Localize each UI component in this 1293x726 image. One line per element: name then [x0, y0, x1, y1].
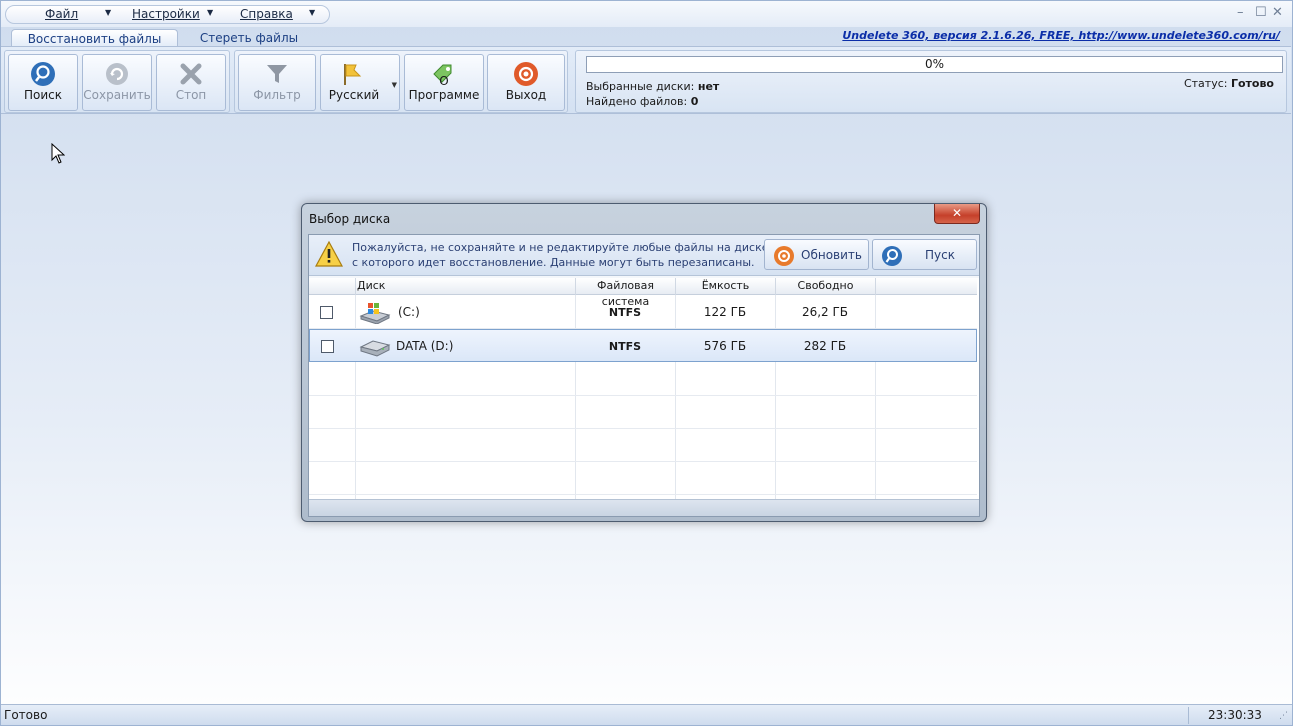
- exit-button[interactable]: Выход: [487, 54, 565, 111]
- windows-drive-icon: [359, 302, 391, 327]
- refresh-icon: [773, 245, 795, 270]
- status-panel: 0% Выбранные диски: нет Найдено файлов: …: [575, 50, 1287, 113]
- disk-filesystem: NTFS: [608, 306, 642, 319]
- filter-icon: [264, 61, 290, 90]
- resize-grip-icon[interactable]: ⋰: [1279, 711, 1288, 721]
- disk-filesystem: NTFS: [608, 340, 642, 353]
- hard-drive-icon: [359, 337, 391, 360]
- dialog-title: Выбор диска: [309, 212, 391, 226]
- language-button-label: Русский: [328, 88, 380, 102]
- status-bar: Готово 23:30:33 ⋰: [1, 704, 1292, 725]
- files-found-value: 0: [690, 95, 699, 108]
- tab-erase-files[interactable]: Стереть файлы: [191, 29, 307, 47]
- start-button[interactable]: Пуск: [872, 239, 977, 270]
- disk-capacity: 576 ГБ: [703, 339, 747, 353]
- header-free[interactable]: Свободно: [776, 278, 876, 295]
- table-header: Диск Файловая система Ёмкость Свободно: [309, 278, 977, 308]
- selected-disks-value: нет: [697, 80, 720, 93]
- ribbon-group-actions: Поиск Сохранить Стоп: [4, 50, 230, 113]
- dialog-footer: [309, 499, 979, 516]
- status-bar-text: Готово: [4, 708, 48, 722]
- search-icon: [881, 245, 903, 270]
- empty-row: [309, 429, 977, 462]
- header-checkbox-column[interactable]: [309, 278, 356, 295]
- menu-bar: Файл ▼ Настройки ▼ Справка ▼ – ☐ ✕: [1, 1, 1292, 27]
- chevron-down-icon[interactable]: ▼: [105, 8, 111, 17]
- warning-bar: Пожалуйста, не сохраняйте и не редактиру…: [309, 235, 979, 276]
- selected-disks-info: Выбранные диски: нет: [586, 80, 719, 93]
- disk-name: (C:): [398, 305, 420, 319]
- empty-row: [309, 363, 977, 396]
- empty-row: [309, 462, 977, 495]
- dialog-body: Пожалуйста, не сохраняйте и не редактиру…: [308, 234, 980, 517]
- disk-select-dialog: Выбор диска ✕ Пожалуйста, не сохраняйте …: [301, 203, 987, 522]
- refresh-button[interactable]: Обновить: [764, 239, 869, 270]
- close-icon[interactable]: ✕: [1272, 5, 1283, 20]
- chevron-down-icon[interactable]: ▼: [392, 81, 397, 89]
- ribbon-toolbar: Поиск Сохранить Стоп Фильтр Русский ▼ О …: [1, 46, 1291, 114]
- files-found-label: Найдено файлов:: [586, 95, 688, 108]
- dialog-close-button[interactable]: ✕: [934, 204, 980, 224]
- stop-button-label: Стоп: [175, 88, 207, 102]
- progress-bar: 0%: [586, 56, 1283, 73]
- app-window: Файл ▼ Настройки ▼ Справка ▼ – ☐ ✕ Восст…: [0, 0, 1293, 726]
- disk-free: 282 ГБ: [803, 339, 847, 353]
- language-button[interactable]: Русский ▼: [320, 54, 400, 111]
- ribbon-group-options: Фильтр Русский ▼ О Программе Выход: [234, 50, 568, 113]
- about-button[interactable]: О Программе: [404, 54, 484, 111]
- search-button[interactable]: Поиск: [8, 54, 78, 111]
- save-button-label: Сохранить: [83, 88, 151, 102]
- menu-settings[interactable]: Настройки: [132, 7, 200, 21]
- chevron-down-icon[interactable]: ▼: [207, 8, 213, 17]
- menu-file[interactable]: Файл: [45, 7, 78, 21]
- mouse-cursor: [51, 142, 66, 167]
- save-button[interactable]: Сохранить: [82, 54, 152, 111]
- selected-disks-label: Выбранные диски:: [586, 80, 695, 93]
- warning-text-line2: с которого идет восстановление. Данные м…: [352, 256, 755, 269]
- table-row[interactable]: (C:) NTFS 122 ГБ 26,2 ГБ: [309, 296, 977, 329]
- disk-checkbox[interactable]: [321, 340, 334, 353]
- status-label: Статус:: [1183, 77, 1228, 90]
- search-icon: [30, 61, 56, 90]
- progress-text: 0%: [924, 57, 945, 71]
- header-filesystem[interactable]: Файловая система: [576, 278, 676, 308]
- disk-checkbox[interactable]: [320, 306, 333, 319]
- disk-capacity: 122 ГБ: [703, 305, 747, 319]
- filter-button-label: Фильтр: [253, 88, 301, 102]
- flag-icon: [339, 61, 365, 90]
- exit-button-label: Выход: [505, 88, 547, 102]
- version-link[interactable]: Undelete 360, версия 2.1.6.26, FREE, htt…: [842, 29, 1280, 42]
- disk-table: Диск Файловая система Ёмкость Свободно (…: [309, 278, 979, 499]
- files-found-info: Найдено файлов: 0: [586, 95, 698, 108]
- stop-button[interactable]: Стоп: [156, 54, 226, 111]
- filter-button[interactable]: Фильтр: [238, 54, 316, 111]
- minimize-icon[interactable]: –: [1237, 5, 1244, 20]
- header-capacity[interactable]: Ёмкость: [676, 278, 776, 295]
- status-bar-time: 23:30:33: [1208, 708, 1262, 722]
- header-disk[interactable]: Диск: [356, 278, 576, 295]
- disk-free: 26,2 ГБ: [801, 305, 849, 319]
- save-icon: [104, 61, 130, 90]
- status-bar-divider: [1188, 707, 1189, 724]
- x-icon: [178, 61, 204, 90]
- warning-text-line1: Пожалуйста, не сохраняйте и не редактиру…: [352, 241, 773, 254]
- table-row[interactable]: DATA (D:) NTFS 576 ГБ 282 ГБ: [309, 329, 977, 362]
- maximize-icon[interactable]: ☐: [1255, 5, 1267, 20]
- close-icon: ✕: [951, 206, 963, 220]
- menu-help[interactable]: Справка: [240, 7, 293, 21]
- empty-row: [309, 396, 977, 429]
- disk-name: DATA (D:): [396, 339, 454, 353]
- start-button-label: Пуск: [925, 248, 955, 262]
- warning-icon: [314, 240, 344, 271]
- search-button-label: Поиск: [23, 88, 62, 102]
- status-info: Статус: Готово: [1184, 77, 1274, 90]
- chevron-down-icon[interactable]: ▼: [309, 8, 315, 17]
- tab-restore-files[interactable]: Восстановить файлы: [11, 29, 178, 47]
- about-button-label: О Программе: [408, 74, 480, 102]
- status-value: Готово: [1230, 77, 1274, 90]
- exit-icon: [513, 61, 539, 90]
- refresh-button-label: Обновить: [801, 248, 862, 262]
